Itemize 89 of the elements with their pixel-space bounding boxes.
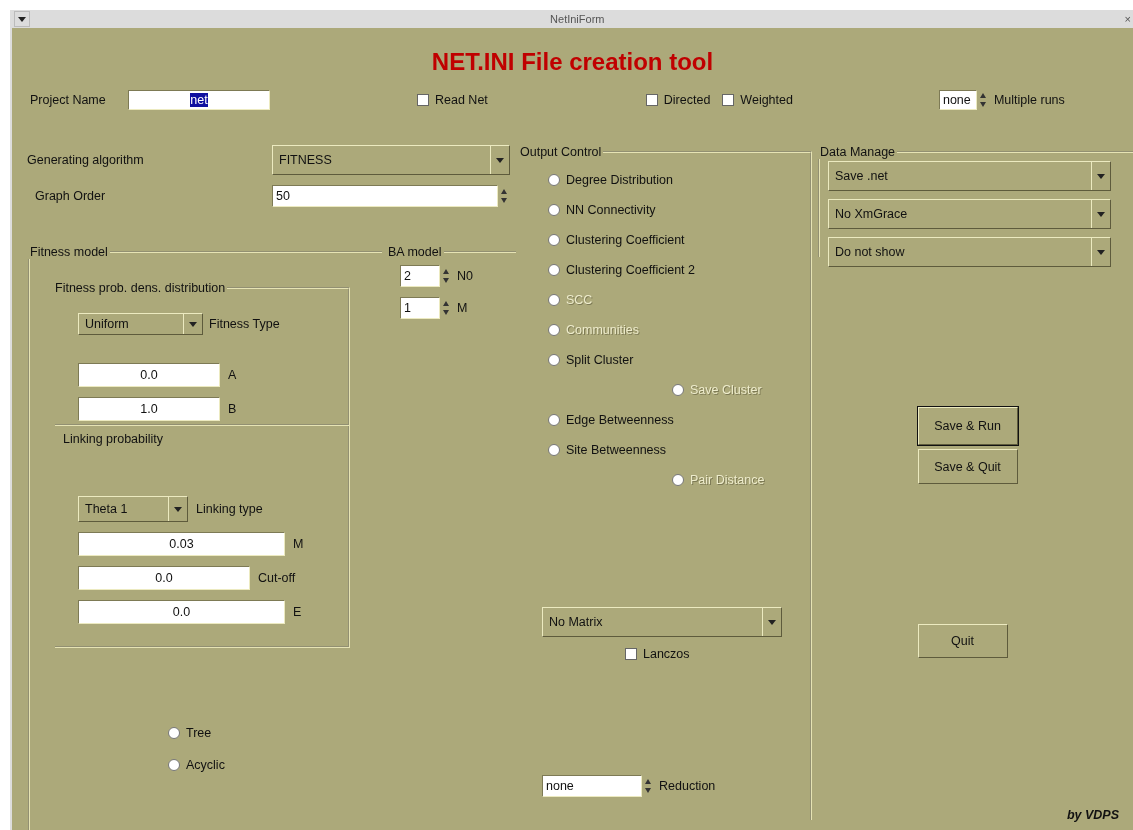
field-label: Project Name — [30, 93, 107, 107]
input-field[interactable]: 1.0 — [78, 397, 220, 421]
action-button[interactable]: Save & Run — [917, 407, 1018, 445]
quit-button[interactable]: Quit — [917, 624, 1008, 658]
group-title: BA model — [387, 245, 443, 259]
field-label: Multiple runs — [993, 93, 1065, 107]
close-button[interactable]: × — [1124, 13, 1133, 25]
radio-button[interactable] — [548, 414, 560, 426]
radio-label: NN Connectivity — [566, 203, 656, 217]
field-label: Cut-off — [258, 571, 296, 585]
radio-button[interactable] — [168, 759, 180, 771]
dropdown[interactable]: FITNESS — [272, 145, 510, 175]
radio-label: Clustering Coefficient 2 — [566, 263, 695, 277]
caret-icon — [1097, 173, 1105, 179]
spin-arrows-icon[interactable] — [977, 91, 988, 109]
radio-label: Pair Distance — [690, 473, 765, 487]
field-label: Graph Order — [35, 189, 107, 203]
caret-icon — [189, 321, 197, 327]
radio-label: SCC — [566, 293, 593, 307]
spin-field[interactable]: 2 — [400, 265, 440, 287]
group-title: Output Control — [519, 145, 603, 159]
radio-label: Clustering Coefficient — [566, 233, 685, 247]
checkbox-label: Read Net — [435, 93, 488, 107]
field-label: Reduction — [659, 779, 716, 793]
group-title: Linking probability — [63, 432, 165, 446]
checkbox[interactable] — [625, 648, 637, 660]
caret-icon — [1097, 211, 1105, 217]
radio-label: Communities — [566, 323, 639, 337]
checkbox[interactable] — [645, 94, 658, 106]
field-label: Fitness Type — [209, 317, 280, 331]
input-field[interactable]: 0.0 — [78, 363, 220, 387]
form-heading: NET.INI File creation tool — [431, 48, 714, 76]
caret-icon — [174, 506, 182, 512]
spin-field[interactable]: none — [938, 90, 977, 110]
group-title: Fitness model — [29, 245, 109, 259]
radio-label: Degree Distribution — [566, 173, 673, 187]
window-title: NetIniForm — [549, 13, 606, 25]
field-label: M — [457, 301, 468, 315]
radio-label: Tree — [186, 726, 212, 740]
field-label: M — [293, 537, 304, 551]
spin-arrows-icon[interactable] — [499, 187, 509, 205]
checkbox-label: Directed — [663, 93, 711, 107]
credit-text: by VDPS — [1066, 808, 1119, 822]
field-label: Generating algorithm — [27, 153, 145, 167]
dropdown[interactable]: Save .net — [828, 161, 1111, 191]
spin-field[interactable]: 1 — [400, 297, 440, 319]
input-field[interactable]: 0.0 — [78, 566, 250, 590]
radio-button[interactable] — [548, 444, 560, 456]
project-name-field[interactable]: net — [128, 90, 270, 110]
radio-button[interactable] — [168, 727, 180, 739]
spin-field[interactable]: 50 — [272, 185, 498, 207]
checkbox-label: Lanczos — [643, 647, 690, 661]
radio-button[interactable] — [548, 354, 560, 366]
radio-label: Split Cluster — [566, 353, 634, 367]
spin-arrows-icon[interactable] — [441, 267, 451, 285]
input-field[interactable]: 0.0 — [78, 600, 285, 624]
dropdown[interactable]: Do not show — [828, 237, 1111, 267]
checkbox[interactable] — [722, 94, 735, 106]
radio-label: Site Betweenness — [566, 443, 667, 457]
field-label: B — [228, 402, 237, 416]
spin-arrows-icon[interactable] — [643, 777, 653, 795]
input-field[interactable]: 0.03 — [78, 532, 285, 556]
radio-label: Save Cluster — [690, 383, 762, 397]
field-label: E — [293, 605, 302, 619]
dropdown[interactable]: Theta 1 — [78, 496, 188, 522]
action-button[interactable]: Save & Quit — [917, 449, 1018, 484]
group-title: Fitness prob. dens. distribution — [54, 281, 227, 295]
radio-label: Acyclic — [186, 758, 225, 772]
field-label: N0 — [457, 269, 473, 283]
radio-button[interactable] — [548, 264, 560, 276]
dropdown[interactable]: No Matrix — [542, 607, 782, 637]
window-menu-button[interactable] — [14, 11, 30, 27]
caret-icon — [18, 16, 26, 22]
field-label: A — [228, 368, 237, 382]
checkbox-label: Weighted — [740, 93, 793, 107]
caret-icon — [496, 157, 504, 163]
radio-button[interactable] — [548, 204, 560, 216]
spin-field[interactable]: none — [542, 775, 642, 797]
dropdown[interactable]: Uniform — [78, 313, 203, 335]
radio-button[interactable] — [548, 174, 560, 186]
radio-button[interactable] — [548, 234, 560, 246]
field-label: Linking type — [196, 502, 263, 516]
caret-icon — [1097, 249, 1105, 255]
dropdown[interactable]: No XmGrace — [828, 199, 1111, 229]
spin-arrows-icon[interactable] — [441, 299, 451, 317]
checkbox[interactable] — [417, 94, 429, 106]
group-title: Data Manage — [819, 145, 897, 159]
caret-icon — [768, 619, 776, 625]
radio-label: Edge Betweenness — [566, 413, 674, 427]
